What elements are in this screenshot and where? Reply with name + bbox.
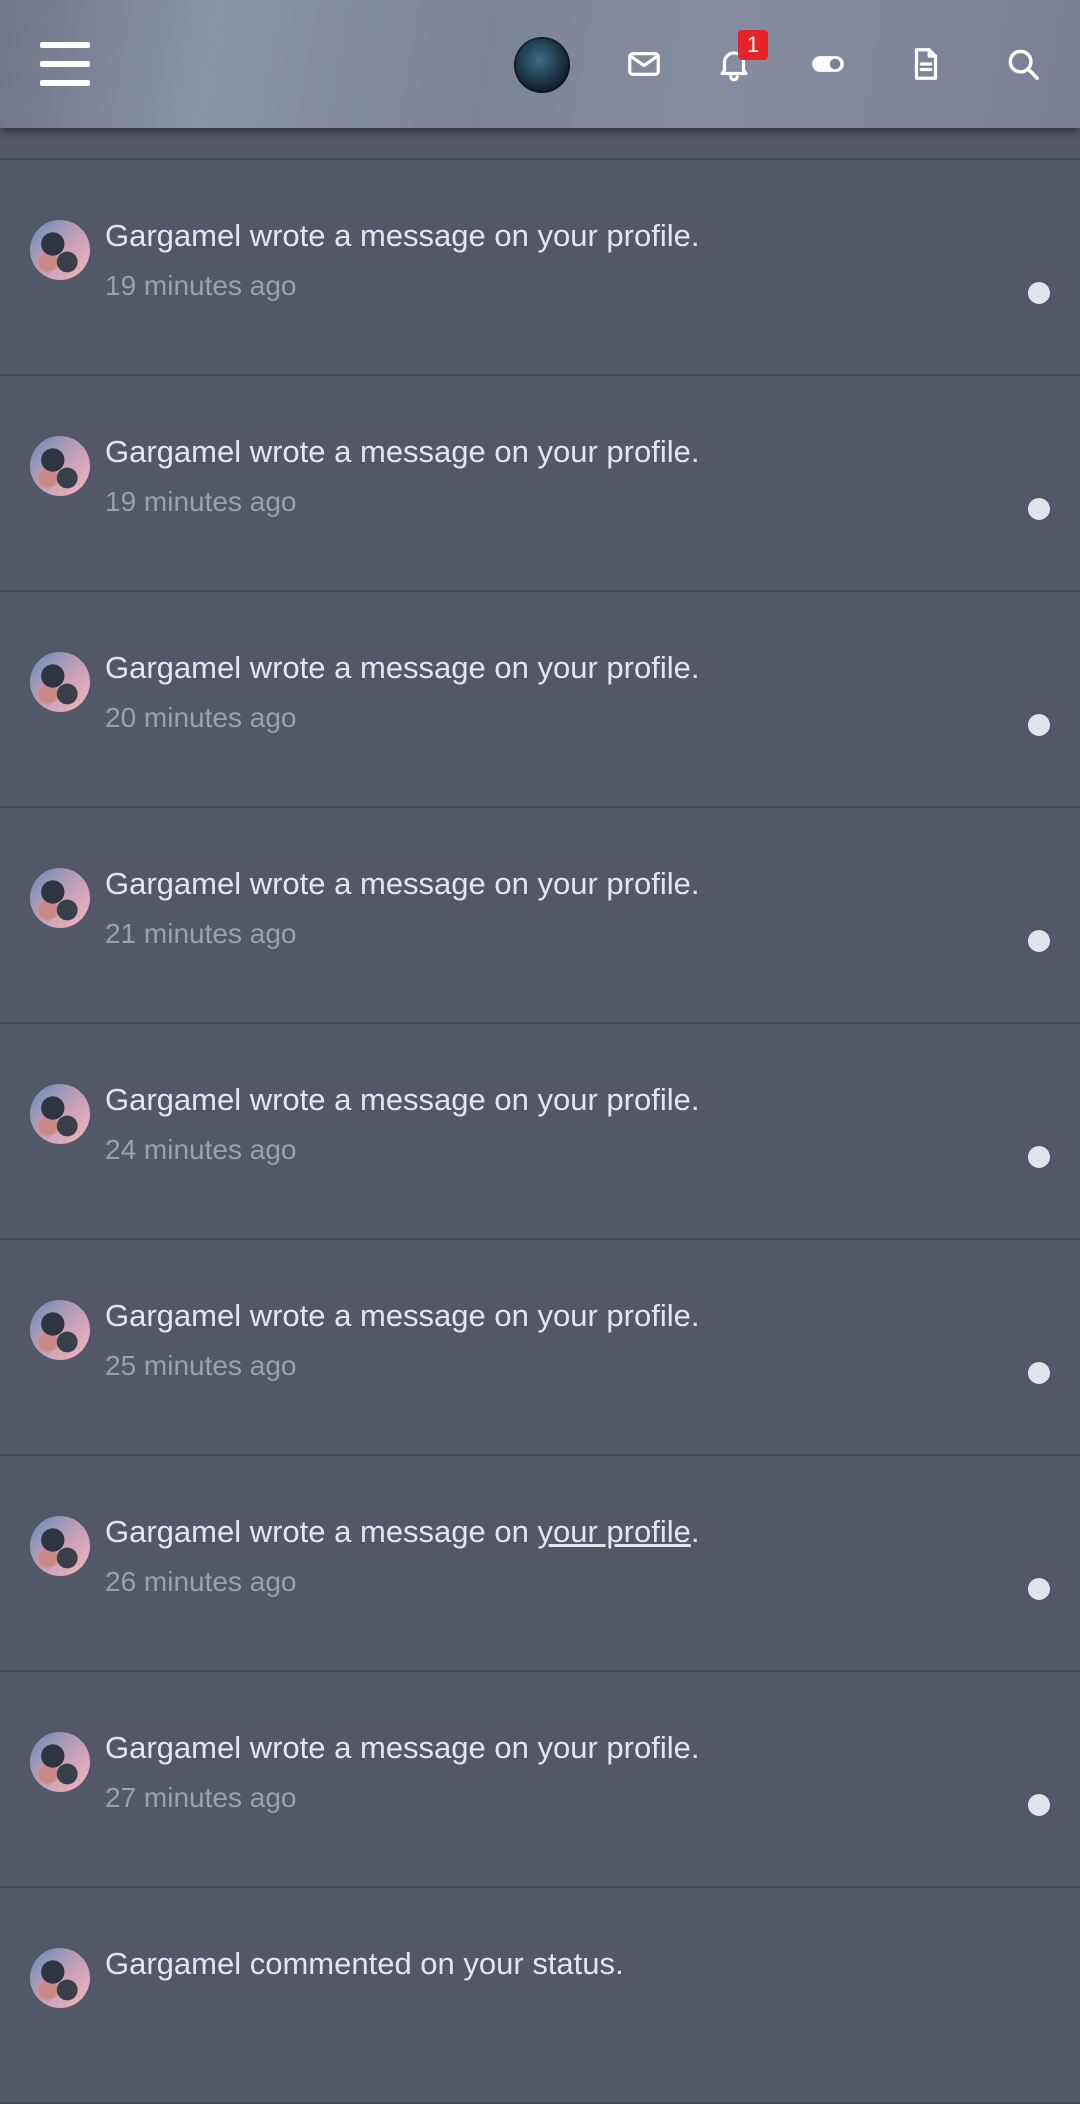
actor-avatar[interactable] <box>30 1300 90 1360</box>
menu-bar-line <box>40 80 90 86</box>
menu-icon[interactable] <box>40 42 90 86</box>
notification-item[interactable]: Gargamel wrote a message on your profile… <box>0 160 1080 376</box>
target-link[interactable]: your profile <box>538 650 691 685</box>
action-text: wrote a message on <box>241 218 538 253</box>
notification-item[interactable]: Gargamel wrote a message on your profile… <box>0 1672 1080 1888</box>
notification-item[interactable]: Gargamel commented on your status. <box>0 1888 1080 2104</box>
search-icon[interactable] <box>995 36 1051 92</box>
action-text: wrote a message on <box>241 650 538 685</box>
target-link[interactable]: your profile <box>538 434 691 469</box>
action-text: wrote a message on <box>241 1082 538 1117</box>
menu-bar-line <box>40 42 90 48</box>
unread-indicator[interactable] <box>1028 1578 1050 1600</box>
message-end: . <box>690 1298 700 1333</box>
notification-time: 25 minutes ago <box>105 1350 297 1381</box>
actor-avatar[interactable] <box>30 868 90 928</box>
notification-message: Gargamel wrote a message on your profile… <box>105 1730 699 1766</box>
target-link[interactable]: your profile <box>538 1514 691 1549</box>
unread-indicator[interactable] <box>1028 282 1050 304</box>
message-end: . <box>690 650 700 685</box>
notification-message: Gargamel commented on your status. <box>105 1946 624 1982</box>
unread-indicator[interactable] <box>1028 930 1050 952</box>
message-end: . <box>690 1730 700 1765</box>
notification-message: Gargamel wrote a message on your profile… <box>105 1514 699 1550</box>
action-text: wrote a message on <box>241 866 538 901</box>
notification-time: 27 minutes ago <box>105 1782 297 1813</box>
notification-message: Gargamel wrote a message on your profile… <box>105 1082 699 1118</box>
notification-message: Gargamel wrote a message on your profile… <box>105 866 699 902</box>
menu-bar-line <box>40 61 90 67</box>
actor-name[interactable]: Gargamel <box>105 650 241 685</box>
unread-indicator[interactable] <box>1028 1146 1050 1168</box>
notification-time: 19 minutes ago <box>105 270 297 301</box>
notification-count-badge: 1 <box>738 30 768 60</box>
actor-name[interactable]: Gargamel <box>105 218 241 253</box>
actor-name[interactable]: Gargamel <box>105 1946 241 1981</box>
action-text: wrote a message on <box>241 1730 538 1765</box>
action-text: wrote a message on <box>241 1514 538 1549</box>
actor-name[interactable]: Gargamel <box>105 434 241 469</box>
notification-time: 20 minutes ago <box>105 702 297 733</box>
message-end: . <box>690 1514 700 1549</box>
notification-item[interactable]: Gargamel wrote a message on your profile… <box>0 1024 1080 1240</box>
unread-indicator[interactable] <box>1028 714 1050 736</box>
notification-message: Gargamel wrote a message on your profile… <box>105 1298 699 1334</box>
action-text: wrote a message on <box>241 434 538 469</box>
actor-name[interactable]: Gargamel <box>105 1082 241 1117</box>
notification-message: Gargamel wrote a message on your profile… <box>105 650 699 686</box>
user-avatar[interactable] <box>514 37 570 93</box>
unread-indicator[interactable] <box>1028 1794 1050 1816</box>
notification-item[interactable]: Gargamel wrote a message on your profile… <box>0 808 1080 1024</box>
actor-avatar[interactable] <box>30 436 90 496</box>
notification-time: 24 minutes ago <box>105 1134 297 1165</box>
notification-item[interactable]: Gargamel wrote a message on your profile… <box>0 1240 1080 1456</box>
message-end: . <box>615 1946 624 1981</box>
actor-avatar[interactable] <box>30 220 90 280</box>
target-link[interactable]: your profile <box>538 1730 691 1765</box>
notification-time: 26 minutes ago <box>105 1566 297 1597</box>
message-end: . <box>690 434 700 469</box>
actor-name[interactable]: Gargamel <box>105 1730 241 1765</box>
notification-item[interactable]: Gargamel wrote a message on your profile… <box>0 592 1080 808</box>
actor-name[interactable]: Gargamel <box>105 1298 241 1333</box>
notification-message: Gargamel wrote a message on your profile… <box>105 218 699 254</box>
actor-avatar[interactable] <box>30 1948 90 2008</box>
document-icon[interactable] <box>898 36 954 92</box>
notification-time: 19 minutes ago <box>105 486 297 517</box>
target-link[interactable]: your profile <box>538 1298 691 1333</box>
actor-avatar[interactable] <box>30 652 90 712</box>
notification-item[interactable]: Gargamel wrote a message on your profile… <box>0 376 1080 592</box>
notification-item[interactable]: Gargamel wrote a message on your profile… <box>0 1456 1080 1672</box>
message-end: . <box>690 866 700 901</box>
toggle-icon[interactable] <box>800 36 856 92</box>
actor-avatar[interactable] <box>30 1516 90 1576</box>
action-text: wrote a message on <box>241 1298 538 1333</box>
notification-list: Gargamel wrote a message on your profile… <box>0 158 1080 2104</box>
message-end: . <box>690 218 700 253</box>
notification-message: Gargamel wrote a message on your profile… <box>105 434 699 470</box>
actor-name[interactable]: Gargamel <box>105 866 241 901</box>
unread-indicator[interactable] <box>1028 498 1050 520</box>
target-link[interactable]: your profile <box>538 866 691 901</box>
actor-avatar[interactable] <box>30 1084 90 1144</box>
top-navigation-bar: 1 <box>0 0 1080 128</box>
unread-indicator[interactable] <box>1028 1362 1050 1384</box>
notification-time: 21 minutes ago <box>105 918 297 949</box>
mail-icon[interactable] <box>616 36 672 92</box>
target-link[interactable]: your profile <box>538 1082 691 1117</box>
message-end: . <box>690 1082 700 1117</box>
target-link[interactable]: your profile <box>538 218 691 253</box>
actor-name[interactable]: Gargamel <box>105 1514 241 1549</box>
actor-avatar[interactable] <box>30 1732 90 1792</box>
target-link[interactable]: your status <box>463 1946 615 1981</box>
action-text: commented on <box>241 1946 464 1981</box>
